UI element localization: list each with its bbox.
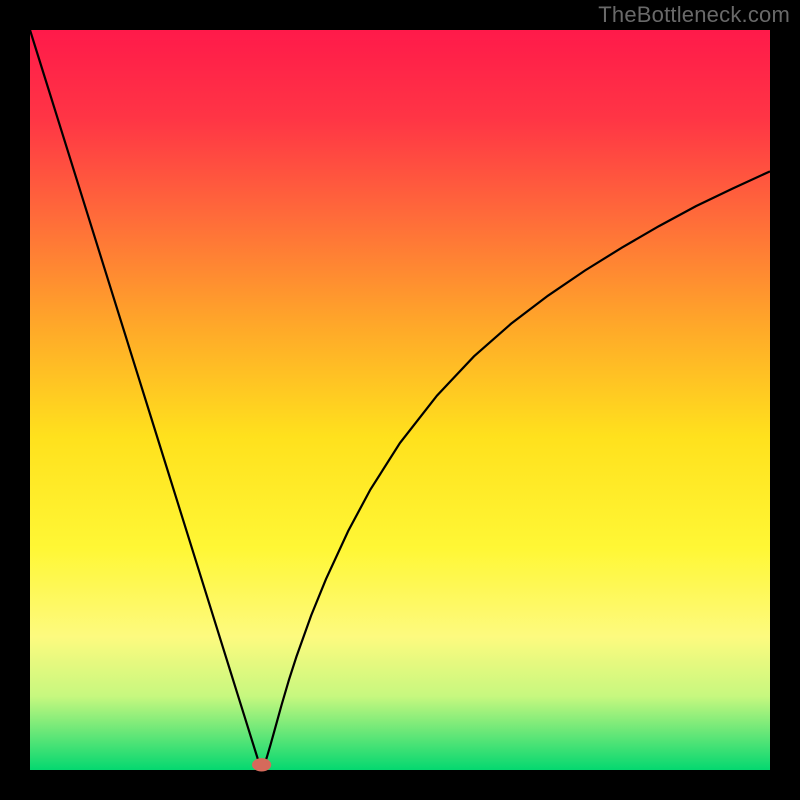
chart-frame: TheBottleneck.com bbox=[0, 0, 800, 800]
bottleneck-chart bbox=[0, 0, 800, 800]
watermark-text: TheBottleneck.com bbox=[598, 2, 790, 28]
plot-background bbox=[30, 30, 770, 770]
min-marker bbox=[252, 758, 271, 771]
